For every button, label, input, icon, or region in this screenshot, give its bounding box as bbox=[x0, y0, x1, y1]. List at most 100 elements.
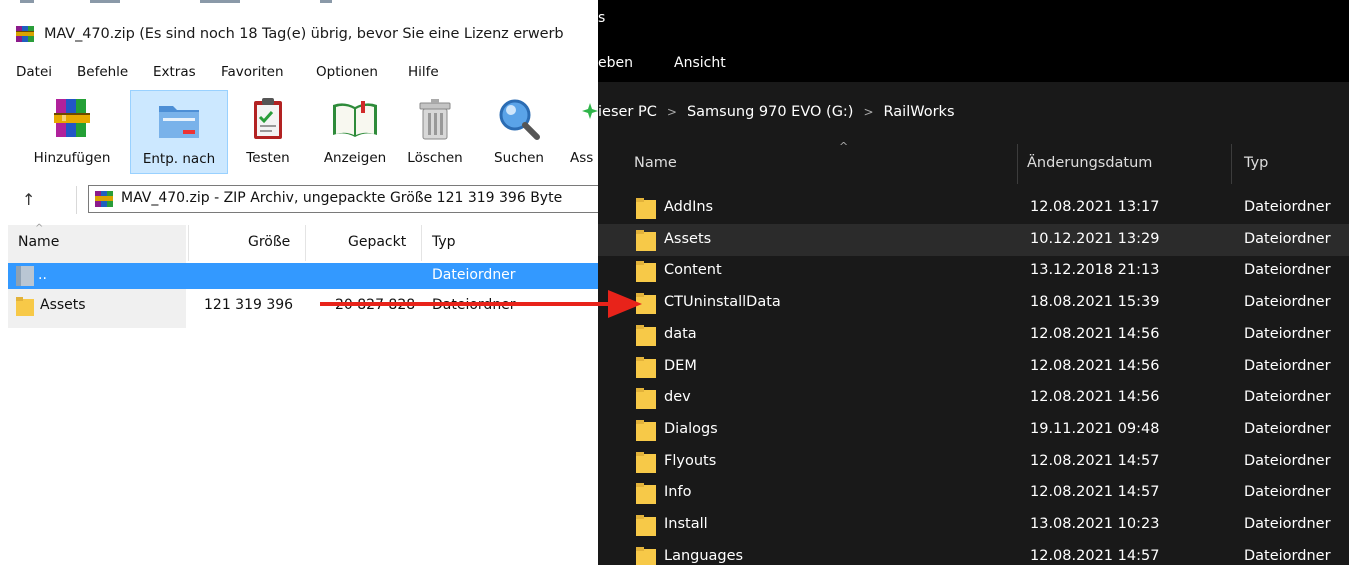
column-separator bbox=[188, 225, 189, 261]
column-date[interactable]: Änderungsdatum bbox=[1027, 155, 1152, 171]
ribbon-tab-view[interactable]: Ansicht bbox=[674, 55, 726, 71]
archive-path-field[interactable]: MAV_470.zip - ZIP Archiv, ungepackte Grö… bbox=[88, 185, 598, 213]
table-row[interactable]: CTUninstallData 18.08.2021 15:39 Dateiordn… bbox=[598, 287, 1349, 319]
column-size[interactable]: Größe bbox=[248, 234, 290, 250]
breadcrumb: ieser PC > Samsung 970 EVO (G:) > RailWorks bbox=[598, 104, 955, 120]
menu-extras[interactable]: Extras bbox=[153, 64, 196, 80]
row-date: 12.08.2021 13:17 bbox=[1030, 199, 1160, 215]
row-date: 12.08.2021 14:57 bbox=[1030, 452, 1160, 469]
view-label: Anzeigen bbox=[323, 150, 387, 166]
wizard-button[interactable]: Ass bbox=[562, 90, 598, 174]
row-type: Dateiordner bbox=[1244, 484, 1331, 501]
row-type: Dateiordner bbox=[1244, 262, 1331, 279]
menu-befehle[interactable]: Befehle bbox=[77, 64, 128, 80]
delete-label: Löschen bbox=[407, 150, 463, 166]
breadcrumb-this-pc[interactable]: ieser PC bbox=[598, 104, 657, 120]
table-row[interactable]: DEM 12.08.2021 14:56 Dateiordner bbox=[598, 351, 1349, 383]
wizard-label: Ass bbox=[570, 150, 594, 166]
row-date: 13.12.2018 21:13 bbox=[1030, 262, 1160, 279]
row-type: Dateiordner bbox=[1244, 452, 1331, 469]
row-name: Assets bbox=[664, 230, 712, 247]
folder-icon bbox=[636, 451, 656, 473]
table-row[interactable]: Install 13.08.2021 10:23 Dateiordner bbox=[598, 509, 1349, 541]
row-name: .. bbox=[38, 267, 47, 283]
row-name: Info bbox=[664, 484, 692, 501]
breadcrumb-railworks[interactable]: RailWorks bbox=[884, 104, 955, 120]
folder-icon bbox=[636, 546, 656, 565]
row-type: Dateiordner bbox=[1244, 547, 1331, 564]
test-button[interactable]: Testen bbox=[236, 90, 300, 174]
view-button[interactable]: Anzeigen bbox=[314, 90, 396, 174]
folder-icon bbox=[636, 515, 656, 536]
chevron-right-icon: > bbox=[863, 105, 874, 119]
breadcrumb-drive[interactable]: Samsung 970 EVO (G:) bbox=[687, 104, 854, 120]
column-type[interactable]: Typ bbox=[1244, 155, 1268, 171]
folder-extract-icon bbox=[159, 106, 199, 138]
address-bar: ↑ MAV_470.zip - ZIP Archiv, ungepackte G… bbox=[0, 180, 598, 220]
table-row[interactable]: Flyouts 12.08.2021 14:57 Dateiordner bbox=[598, 446, 1349, 478]
row-type: Dateiordner bbox=[1244, 516, 1331, 532]
toolbar: Hinzufügen Entp. nach Testen Anzeigen Lö… bbox=[0, 88, 598, 176]
table-row-assets[interactable]: Assets 121 319 396 20 827 828 Dateiordne… bbox=[8, 293, 598, 319]
row-name: Install bbox=[664, 516, 708, 532]
sort-ascending-icon: ^ bbox=[839, 140, 849, 153]
ribbon-tab-edit[interactable]: eben bbox=[598, 55, 633, 71]
column-headers: ^ Name Größe Gepackt Typ bbox=[0, 223, 598, 261]
column-name[interactable]: Name bbox=[18, 234, 59, 250]
column-packed[interactable]: Gepackt bbox=[348, 234, 406, 250]
up-arrow-icon[interactable]: ↑ bbox=[22, 190, 35, 209]
menu-bar: Datei Befehle Extras Favoriten Optionen … bbox=[0, 60, 598, 86]
archive-icon bbox=[95, 191, 113, 207]
parent-folder-icon bbox=[16, 266, 34, 286]
folder-icon bbox=[636, 261, 656, 283]
row-date: 13.08.2021 10:23 bbox=[1030, 516, 1160, 532]
row-type: Dateiordner bbox=[1244, 199, 1331, 215]
table-row[interactable]: Dialogs 19.11.2021 09:48 Dateiordner bbox=[598, 414, 1349, 446]
explorer-column-headers: ^ Name Änderungsdatum Typ bbox=[598, 140, 1349, 186]
extract-to-button[interactable]: Entp. nach bbox=[130, 90, 228, 174]
table-row[interactable]: Content 13.12.2018 21:13 Dateiordner bbox=[598, 255, 1349, 287]
archive-file-list: ^ Name Größe Gepackt Typ .. Dateiordner bbox=[0, 223, 598, 565]
table-row[interactable]: AddIns 12.08.2021 13:17 Dateiordner bbox=[598, 192, 1349, 224]
archive-path-text: MAV_470.zip - ZIP Archiv, ungepackte Grö… bbox=[121, 190, 563, 206]
column-name[interactable]: Name bbox=[634, 155, 677, 171]
delete-button[interactable]: Löschen bbox=[402, 90, 468, 174]
row-type: Dateiordner bbox=[432, 267, 516, 283]
menu-favoriten[interactable]: Favoriten bbox=[221, 64, 284, 80]
table-row[interactable]: dev 12.08.2021 14:56 Dateiordner bbox=[598, 382, 1349, 414]
row-date: 12.08.2021 14:57 bbox=[1030, 547, 1160, 564]
row-name: Content bbox=[664, 262, 722, 279]
table-row[interactable]: data 12.08.2021 14:56 Dateiordner bbox=[598, 319, 1349, 351]
open-book-icon bbox=[333, 101, 377, 137]
find-label: Suchen bbox=[494, 150, 544, 166]
menu-optionen[interactable]: Optionen bbox=[316, 64, 378, 80]
row-date: 19.11.2021 09:48 bbox=[1030, 420, 1160, 437]
menu-datei[interactable]: Datei bbox=[16, 64, 52, 80]
folder-icon bbox=[636, 388, 656, 410]
row-name: dev bbox=[664, 389, 691, 406]
wizard-icon bbox=[582, 103, 598, 119]
table-row-parent[interactable]: .. Dateiordner bbox=[8, 263, 598, 289]
test-label: Testen bbox=[246, 150, 290, 166]
table-row[interactable]: Info 12.08.2021 14:57 Dateiordner bbox=[598, 477, 1349, 509]
folder-icon bbox=[636, 419, 656, 441]
row-type: Dateiordner bbox=[432, 297, 516, 313]
folder-icon bbox=[636, 356, 656, 378]
menu-hilfe[interactable]: Hilfe bbox=[408, 64, 439, 80]
explorer-ribbon: eben Ansicht bbox=[598, 44, 1349, 82]
row-date: 12.08.2021 14:56 bbox=[1030, 357, 1160, 374]
find-button[interactable]: Suchen bbox=[484, 90, 554, 174]
table-row[interactable]: Languages 12.08.2021 14:57 Dateiordner bbox=[598, 541, 1349, 565]
add-button[interactable]: Hinzufügen bbox=[20, 90, 124, 174]
extract-to-label: Entp. nach bbox=[142, 151, 216, 167]
folder-icon bbox=[16, 297, 34, 316]
row-date: 12.08.2021 14:57 bbox=[1030, 484, 1160, 501]
row-name: data bbox=[664, 325, 697, 342]
row-type: Dateiordner bbox=[1244, 294, 1331, 311]
list-empty-area bbox=[8, 328, 186, 503]
top-strip bbox=[0, 0, 598, 14]
table-row[interactable]: Assets 10.12.2021 13:29 Dateiordner bbox=[598, 223, 1349, 256]
row-name: Assets bbox=[40, 297, 86, 313]
column-type[interactable]: Typ bbox=[432, 234, 456, 250]
chevron-right-icon: > bbox=[666, 105, 677, 119]
